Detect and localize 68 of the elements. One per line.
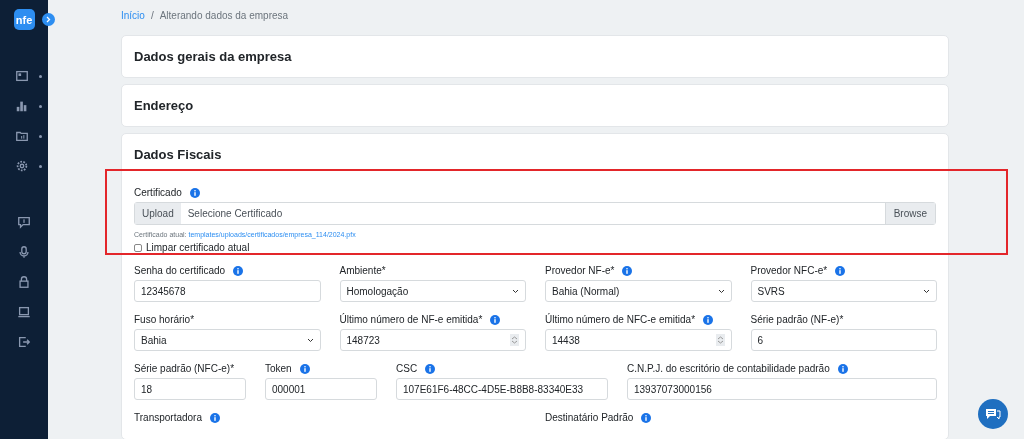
number-field[interactable]: 14438 — [545, 329, 732, 351]
select-field[interactable]: SVRS — [750, 280, 937, 302]
lock-icon[interactable] — [17, 275, 31, 289]
info-icon[interactable] — [299, 363, 310, 374]
chat-button[interactable] — [978, 399, 1008, 429]
field-label: Senha do certificado — [134, 265, 226, 276]
info-icon[interactable] — [837, 363, 848, 374]
menu-dot — [38, 134, 42, 138]
field-label: Provedor NF-e* — [545, 265, 615, 276]
bar-chart-icon[interactable] — [14, 99, 29, 113]
info-icon[interactable] — [425, 363, 436, 374]
section-title[interactable]: Dados Fiscais — [122, 134, 948, 175]
clear-certificate-checkbox[interactable]: Limpar certificado atual — [134, 242, 936, 253]
text-field[interactable]: 6 — [750, 329, 937, 351]
info-icon[interactable] — [622, 265, 633, 276]
folder-icon[interactable] — [14, 129, 29, 143]
menu-dot — [38, 164, 42, 168]
field-label: C.N.P.J. do escritório de contabilidade padrão — [627, 363, 830, 374]
file-upload-field[interactable]: Upload Selecione Certificado Browse — [134, 202, 936, 225]
laptop-icon[interactable] — [17, 305, 31, 319]
sidebar-toggle[interactable] — [42, 13, 55, 26]
field-label: Fuso horário* — [134, 314, 195, 325]
chat-bubbles-icon — [985, 407, 1001, 421]
text-field[interactable]: 13937073000156 — [627, 378, 937, 400]
help-chat-icon[interactable] — [17, 215, 31, 229]
field-label: Transportadora — [134, 412, 202, 423]
browse-button[interactable]: Browse — [884, 203, 935, 224]
text-field[interactable]: 12345678 — [134, 280, 321, 302]
breadcrumb-current: Alterando dados da empresa — [159, 10, 289, 21]
text-field[interactable]: 18 — [134, 378, 246, 400]
select-field[interactable]: Bahia — [134, 329, 321, 351]
microphone-icon[interactable] — [17, 245, 31, 259]
field-label: Ambiente* — [339, 265, 386, 276]
chevron-down-icon — [512, 288, 519, 294]
menu-dot — [38, 104, 42, 108]
field-label: Token — [265, 363, 292, 374]
breadcrumb-separator: / — [150, 10, 154, 21]
settings-icon[interactable] — [14, 159, 29, 173]
select-field[interactable]: Bahia (Normal) — [545, 280, 732, 302]
field-label: Último número de NFC-e emitida* — [545, 314, 696, 325]
info-icon[interactable] — [233, 265, 244, 276]
field-label: Série padrão (NF-e)* — [750, 314, 844, 325]
field-label: Série padrão (NFC-e)* — [134, 363, 235, 374]
text-field[interactable]: 107E61F6-48CC-4D5E-B8B8-83340E33 — [396, 378, 608, 400]
chevron-down-icon — [306, 337, 314, 343]
field-label: Provedor NFC-e* — [750, 265, 828, 276]
chevron-down-icon — [923, 288, 930, 294]
text-field[interactable]: 000001 — [265, 378, 377, 400]
number-field[interactable]: 148723 — [339, 329, 526, 351]
chevron-down-icon — [717, 288, 725, 294]
select-field[interactable]: Homologação — [339, 280, 526, 302]
chevron-right-icon — [46, 16, 51, 23]
info-icon[interactable] — [703, 314, 714, 325]
section-title[interactable]: Dados gerais da empresa — [122, 36, 948, 77]
info-icon[interactable] — [210, 412, 220, 423]
field-label: Certificado — [134, 187, 182, 198]
info-icon[interactable] — [835, 265, 846, 276]
spinner-icon[interactable] — [715, 334, 725, 346]
logout-icon[interactable] — [17, 335, 31, 349]
newspaper-icon[interactable] — [14, 69, 29, 83]
field-label: Destinatário Padrão — [545, 412, 634, 423]
field-label: CSC — [396, 363, 418, 374]
info-icon[interactable] — [490, 314, 501, 325]
info-icon[interactable] — [641, 412, 652, 423]
section-title[interactable]: Endereço — [122, 85, 948, 126]
field-label: Último número de NF-e emitida* — [339, 314, 483, 325]
menu-dot — [38, 74, 42, 78]
info-icon[interactable] — [189, 187, 200, 198]
